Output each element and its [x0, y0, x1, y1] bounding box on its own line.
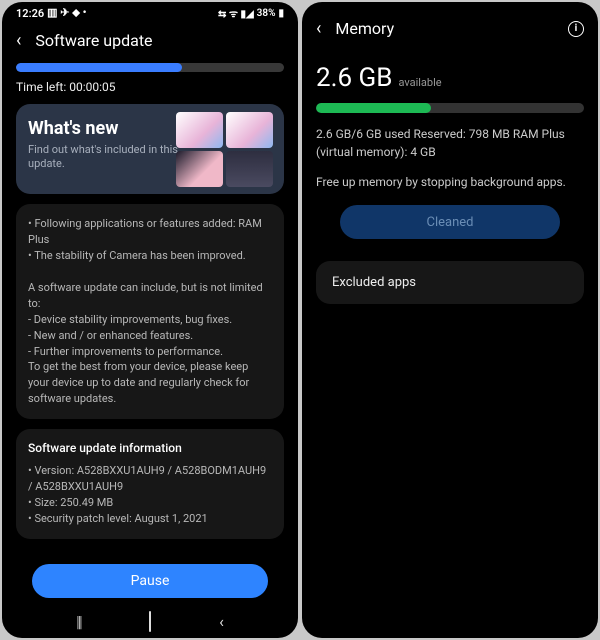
memory-available-row: 2.6 GB available — [316, 63, 584, 93]
back-icon[interactable]: ‹ — [16, 30, 21, 51]
memory-usage-bar — [316, 103, 584, 113]
home-button[interactable] — [149, 612, 151, 631]
content: 2.6 GB available 2.6 GB/6 GB used Reserv… — [302, 49, 598, 638]
battery-icon: ▮ — [278, 8, 284, 19]
software-update-screen: 12:26 ▥ ✈ ⬥ • ⇆ ᯤ ▮◢ 38% ▮ ‹ Software up… — [2, 2, 298, 638]
update-details-card: • Following applications or features add… — [16, 204, 284, 419]
thumbnail-icon — [176, 151, 223, 187]
memory-stats: 2.6 GB/6 GB used Reserved: 798 MB RAM Pl… — [316, 125, 584, 161]
action-row: Pause — [2, 560, 298, 604]
update-info-card: Software update information • Version: A… — [16, 429, 284, 539]
time-left-label: Time left: 00:00:05 — [16, 80, 284, 94]
memory-hint: Free up memory by stopping background ap… — [316, 175, 584, 189]
update-details-text: • Following applications or features add… — [28, 216, 272, 407]
memory-available-value: 2.6 GB — [316, 63, 392, 93]
back-button[interactable]: ‹ — [219, 612, 224, 631]
back-icon[interactable]: ‹ — [316, 18, 321, 39]
pause-button[interactable]: Pause — [32, 564, 268, 598]
navigation-bar: ||| ‹ — [2, 604, 298, 638]
cleaned-button: Cleaned — [340, 205, 560, 239]
thumbnail-icon — [226, 151, 273, 187]
recents-button[interactable]: ||| — [76, 612, 81, 631]
status-bar: 12:26 ▥ ✈ ⬥ • ⇆ ᯤ ▮◢ 38% ▮ — [2, 2, 298, 24]
update-info-heading: Software update information — [28, 441, 272, 455]
info-icon[interactable]: i — [568, 21, 584, 37]
status-icons-left: ▥ ✈ ⬥ • — [47, 6, 86, 20]
thumbnail-icon — [176, 112, 223, 148]
whats-new-thumbnails — [176, 112, 276, 187]
whats-new-card[interactable]: What's new Find out what's included in t… — [16, 104, 284, 194]
whats-new-subtitle: Find out what's included in this update. — [28, 143, 178, 172]
header: ‹ Memory i — [302, 12, 598, 49]
signal-icons: ⇆ ᯤ ▮◢ — [218, 6, 254, 20]
page-title: Memory — [335, 19, 394, 38]
header: ‹ Software update — [2, 24, 298, 61]
excluded-apps-row[interactable]: Excluded apps — [316, 261, 584, 304]
memory-screen: ‹ Memory i 2.6 GB available 2.6 GB/6 GB … — [302, 2, 598, 638]
download-progress-bar — [16, 63, 284, 72]
update-info-text: • Version: A528BXXU1AUH9 / A528BODM1AUH9… — [28, 463, 272, 527]
memory-available-label: available — [398, 76, 441, 89]
thumbnail-icon — [226, 112, 273, 148]
clock: 12:26 — [16, 7, 44, 20]
content: Time left: 00:00:05 What's new Find out … — [2, 61, 298, 560]
memory-usage-fill — [316, 103, 431, 113]
download-progress-fill — [16, 63, 182, 72]
battery-text: 38% — [257, 8, 276, 19]
page-title: Software update — [35, 31, 152, 50]
